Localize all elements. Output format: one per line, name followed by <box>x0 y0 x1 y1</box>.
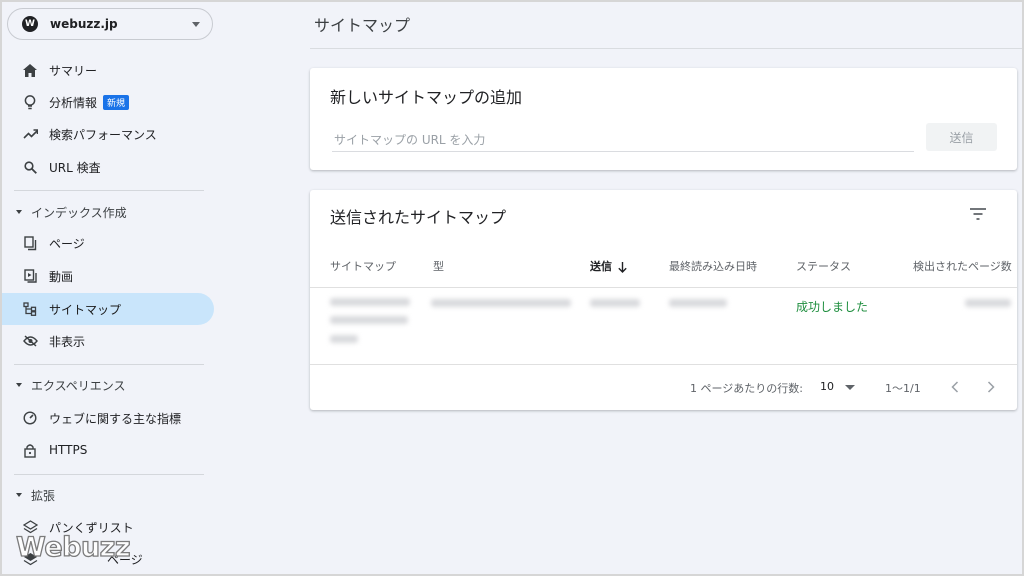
sidebar-item-label: ページ <box>49 236 85 251</box>
sidebar-item-label: サマリー <box>49 63 98 78</box>
lock-icon <box>22 442 38 458</box>
property-favicon-icon: W <box>22 16 38 32</box>
redacted-page-count <box>965 299 1011 307</box>
pagination-range: 1〜1/1 <box>885 382 921 395</box>
section-index[interactable]: インデックス作成 <box>0 198 214 226</box>
column-header-last-read[interactable]: 最終読み込み日時 <box>669 258 757 274</box>
property-selector[interactable]: W webuzz.jp <box>7 8 213 40</box>
chevron-right-icon[interactable] <box>987 381 995 393</box>
sidebar-item-https[interactable]: HTTPS <box>0 434 214 466</box>
section-label: インデックス作成 <box>31 205 127 220</box>
redacted-sitemap-url <box>330 316 408 324</box>
visibility-off-icon <box>22 333 38 349</box>
row-separator <box>310 364 1017 365</box>
chevron-down-icon <box>845 385 855 390</box>
redacted-last-read-date <box>669 299 727 307</box>
new-badge: 新規 <box>103 94 130 110</box>
redacted-submitted-date <box>590 299 640 307</box>
section-enhancements[interactable]: 拡張 <box>0 481 214 509</box>
speed-gauge-icon <box>22 410 38 426</box>
collapse-triangle-icon <box>16 210 22 214</box>
sidebar-item-sitemaps[interactable]: サイトマップ <box>0 293 214 325</box>
sidebar-item-insights[interactable]: 分析情報 新規 <box>0 86 214 118</box>
sidebar-item-label: 分析情報 <box>49 95 98 110</box>
submitted-sitemaps-title: 送信されたサイトマップ <box>330 208 507 227</box>
filter-icon[interactable] <box>969 207 987 221</box>
property-name: webuzz.jp <box>50 17 118 31</box>
sidebar-item-url-inspection[interactable]: URL 検査 <box>0 151 214 183</box>
sidebar-divider <box>14 190 204 191</box>
sitemap-url-input[interactable] <box>332 128 914 152</box>
sidebar-item-label: HTTPS <box>49 443 88 457</box>
redacted-sitemap-url <box>330 335 358 343</box>
sidebar-item-label: 動画 <box>49 269 74 284</box>
sidebar-item-removals[interactable]: 非表示 <box>0 325 214 357</box>
collapse-triangle-icon <box>16 383 22 387</box>
submitted-sitemaps-card: 送信されたサイトマップ サイトマップ 型 送信 最終読み込み日時 ステータス 検… <box>310 190 1017 410</box>
submit-button[interactable]: 送信 <box>926 123 997 151</box>
column-header-sitemap[interactable]: サイトマップ <box>330 258 396 274</box>
video-icon <box>22 268 38 284</box>
chevron-down-icon <box>192 21 200 27</box>
home-icon <box>22 62 38 78</box>
search-icon <box>22 159 38 175</box>
sidebar-item-pages[interactable]: ページ <box>0 227 214 259</box>
sidebar-item-label: URL 検査 <box>49 160 101 175</box>
rows-per-page-label: 1 ページあたりの行数: <box>690 382 803 395</box>
sidebar-divider <box>14 364 204 365</box>
chevron-left-icon[interactable] <box>951 381 959 393</box>
arrow-down-icon <box>618 261 627 273</box>
section-label: 拡張 <box>31 488 56 503</box>
add-sitemap-card: 新しいサイトマップの追加 送信 <box>310 68 1017 170</box>
status-success: 成功しました <box>796 300 869 314</box>
sitemap-icon <box>22 301 38 317</box>
header-row-separator <box>310 287 1017 288</box>
column-header-status[interactable]: ステータス <box>796 258 851 274</box>
sidebar-divider <box>14 474 204 475</box>
webuzz-watermark: Webuzz <box>15 531 131 563</box>
sidebar-item-performance[interactable]: 検索パフォーマンス <box>0 118 214 150</box>
sidebar: W webuzz.jp サマリー 分析情報 新規 検索パフォーマンス URL 検… <box>0 0 218 576</box>
column-header-label: 送信 <box>590 260 612 273</box>
redacted-type <box>431 299 571 307</box>
column-header-discovered-pages[interactable]: 検出されたページ数 <box>913 258 1012 274</box>
add-sitemap-title: 新しいサイトマップの追加 <box>330 88 523 107</box>
page-title: サイトマップ <box>314 16 411 35</box>
column-header-type[interactable]: 型 <box>433 258 444 274</box>
sidebar-item-label: 検索パフォーマンス <box>49 127 157 142</box>
rows-per-page-value: 10 <box>820 380 834 393</box>
sidebar-item-core-web-vitals[interactable]: ウェブに関する主な指標 <box>0 402 214 434</box>
section-experience[interactable]: エクスペリエンス <box>0 371 214 399</box>
sidebar-item-label: 非表示 <box>49 334 86 349</box>
column-header-submitted[interactable]: 送信 <box>590 258 627 274</box>
pages-icon <box>22 235 38 251</box>
sidebar-item-summary[interactable]: サマリー <box>0 54 214 86</box>
redacted-sitemap-url <box>330 298 410 306</box>
sidebar-item-label: サイトマップ <box>49 302 122 317</box>
collapse-triangle-icon <box>16 493 22 497</box>
section-label: エクスペリエンス <box>31 378 126 393</box>
title-divider <box>310 48 1022 49</box>
sidebar-item-videos[interactable]: 動画 <box>0 260 214 292</box>
trending-up-icon <box>22 126 38 142</box>
sidebar-item-label: ウェブに関する主な指標 <box>49 411 182 426</box>
lightbulb-icon <box>22 94 38 110</box>
